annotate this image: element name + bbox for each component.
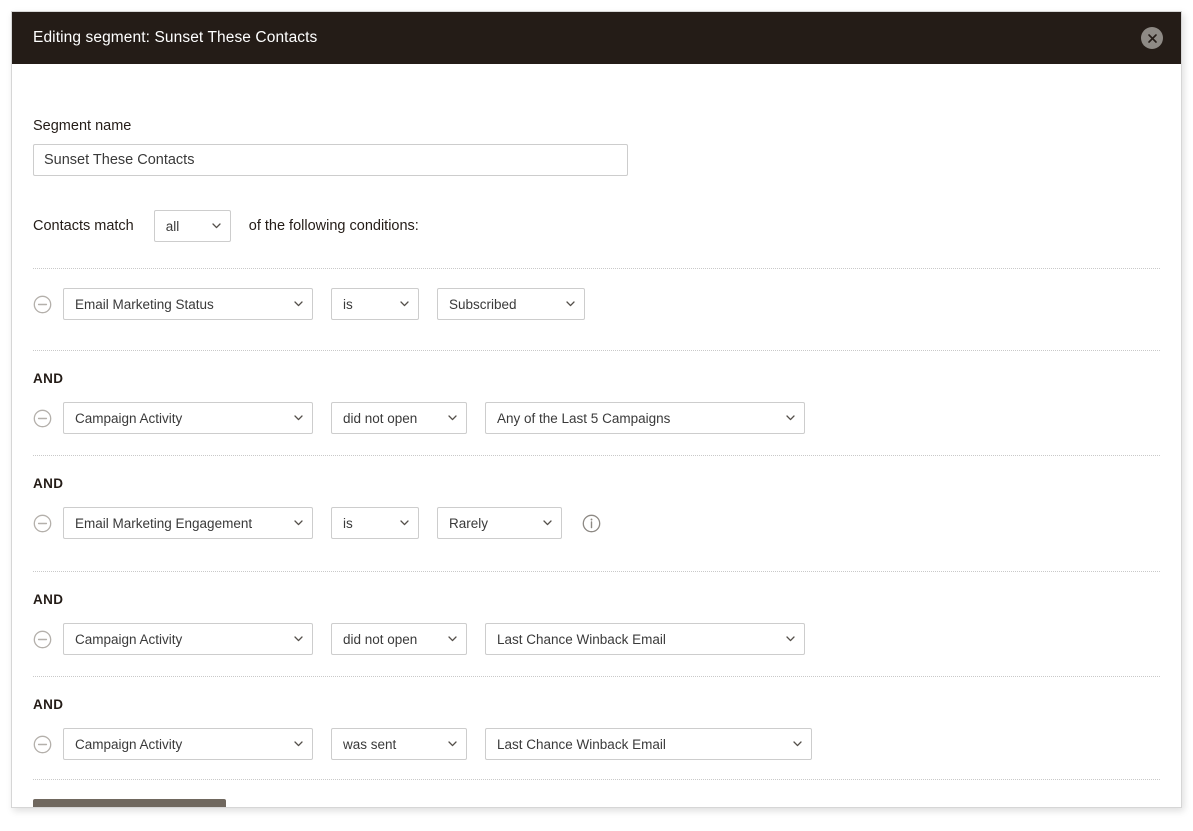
condition-block: Email Marketing Status is Subscribed bbox=[33, 269, 1160, 351]
condition-field-value: Email Marketing Engagement bbox=[75, 515, 253, 531]
condition-block: AND Campaign Activity did not open bbox=[33, 351, 1160, 456]
modal-footer: Save And View Segment Cancel bbox=[33, 780, 1160, 808]
condition-operator-select[interactable]: is bbox=[331, 507, 419, 539]
modal-header: Editing segment: Sunset These Contacts bbox=[12, 12, 1181, 64]
condition-field-value: Email Marketing Status bbox=[75, 296, 214, 312]
page-title: Editing segment: Sunset These Contacts bbox=[33, 29, 318, 46]
condition-field-select[interactable]: Campaign Activity bbox=[63, 402, 313, 434]
cancel-link[interactable]: Cancel bbox=[258, 807, 302, 808]
condition-operator-value: was sent bbox=[343, 736, 397, 752]
chevron-down-icon bbox=[400, 520, 409, 526]
condition-value: Last Chance Winback Email bbox=[497, 736, 666, 752]
chevron-down-icon bbox=[294, 636, 303, 642]
and-label: AND bbox=[33, 476, 64, 491]
condition-operator-select[interactable]: did not open bbox=[331, 623, 467, 655]
condition-field-select[interactable]: Email Marketing Engagement bbox=[63, 507, 313, 539]
condition-operator-value: is bbox=[343, 515, 353, 531]
chevron-down-icon bbox=[786, 636, 795, 642]
condition-field-value: Campaign Activity bbox=[75, 736, 183, 752]
segment-name-input[interactable] bbox=[33, 144, 628, 176]
chevron-down-icon bbox=[793, 741, 802, 747]
condition-field-value: Campaign Activity bbox=[75, 410, 183, 426]
minus-circle-icon[interactable] bbox=[33, 409, 52, 428]
condition-operator-select[interactable]: was sent bbox=[331, 728, 467, 760]
condition-row: Email Marketing Engagement is Rarely bbox=[33, 507, 1160, 539]
condition-operator-select[interactable]: did not open bbox=[331, 402, 467, 434]
condition-operator-value: did not open bbox=[343, 410, 418, 426]
chevron-down-icon bbox=[448, 415, 457, 421]
condition-row: Email Marketing Status is Subscribed bbox=[33, 288, 1160, 320]
condition-operator-value: is bbox=[343, 296, 353, 312]
contacts-match-label: Contacts match bbox=[33, 218, 134, 234]
edit-segment-modal: Editing segment: Sunset These Contacts S… bbox=[11, 11, 1182, 808]
condition-value-select[interactable]: Any of the Last 5 Campaigns bbox=[485, 402, 805, 434]
condition-block: AND Email Marketing Engagement is Rarely bbox=[33, 456, 1160, 572]
condition-field-select[interactable]: Email Marketing Status bbox=[63, 288, 313, 320]
match-type-value: all bbox=[165, 218, 180, 234]
condition-field-select[interactable]: Campaign Activity bbox=[63, 623, 313, 655]
condition-value-select[interactable]: Subscribed bbox=[437, 288, 585, 320]
condition-value-select[interactable]: Last Chance Winback Email bbox=[485, 623, 805, 655]
condition-field-value: Campaign Activity bbox=[75, 631, 183, 647]
minus-circle-icon[interactable] bbox=[33, 295, 52, 314]
chevron-down-icon bbox=[448, 741, 457, 747]
chevron-down-icon bbox=[543, 520, 552, 526]
and-label: AND bbox=[33, 697, 64, 712]
chevron-down-icon bbox=[212, 223, 221, 229]
contacts-match-row: Contacts match all of the following cond… bbox=[33, 210, 1160, 242]
chevron-down-icon bbox=[448, 636, 457, 642]
minus-circle-icon[interactable] bbox=[33, 514, 52, 533]
chevron-down-icon bbox=[294, 520, 303, 526]
info-circle-icon[interactable] bbox=[582, 514, 601, 533]
condition-row: Campaign Activity did not open Any of th… bbox=[33, 402, 1160, 434]
modal-body: Segment name Contacts match all of the f… bbox=[12, 118, 1181, 808]
segment-name-label: Segment name bbox=[33, 118, 132, 134]
condition-value: Last Chance Winback Email bbox=[497, 631, 666, 647]
condition-value: Rarely bbox=[449, 515, 489, 531]
chevron-down-icon bbox=[294, 301, 303, 307]
minus-circle-icon[interactable] bbox=[33, 735, 52, 754]
condition-operator-select[interactable]: is bbox=[331, 288, 419, 320]
chevron-down-icon bbox=[786, 415, 795, 421]
and-label: AND bbox=[33, 371, 64, 386]
chevron-down-icon bbox=[294, 741, 303, 747]
chevron-down-icon bbox=[294, 415, 303, 421]
condition-value-select[interactable]: Last Chance Winback Email bbox=[485, 728, 812, 760]
and-label: AND bbox=[33, 592, 64, 607]
condition-row: Campaign Activity was sent Last Chance W… bbox=[33, 728, 1160, 760]
condition-block: AND Campaign Activity was sent Last Chan… bbox=[33, 677, 1160, 780]
following-conditions-label: of the following conditions: bbox=[248, 218, 419, 234]
condition-value: Any of the Last 5 Campaigns bbox=[497, 410, 671, 426]
condition-value-select[interactable]: Rarely bbox=[437, 507, 562, 539]
condition-field-select[interactable]: Campaign Activity bbox=[63, 728, 313, 760]
condition-block: AND Campaign Activity did not open bbox=[33, 572, 1160, 677]
chevron-down-icon bbox=[400, 301, 409, 307]
save-and-view-segment-button[interactable]: Save And View Segment bbox=[33, 799, 227, 807]
chevron-down-icon bbox=[566, 301, 575, 307]
close-icon[interactable] bbox=[1141, 27, 1163, 49]
condition-row: Campaign Activity did not open Last Chan… bbox=[33, 623, 1160, 655]
minus-circle-icon[interactable] bbox=[33, 630, 52, 649]
condition-operator-value: did not open bbox=[343, 631, 418, 647]
match-type-select[interactable]: all bbox=[153, 210, 231, 242]
condition-value: Subscribed bbox=[449, 296, 517, 312]
